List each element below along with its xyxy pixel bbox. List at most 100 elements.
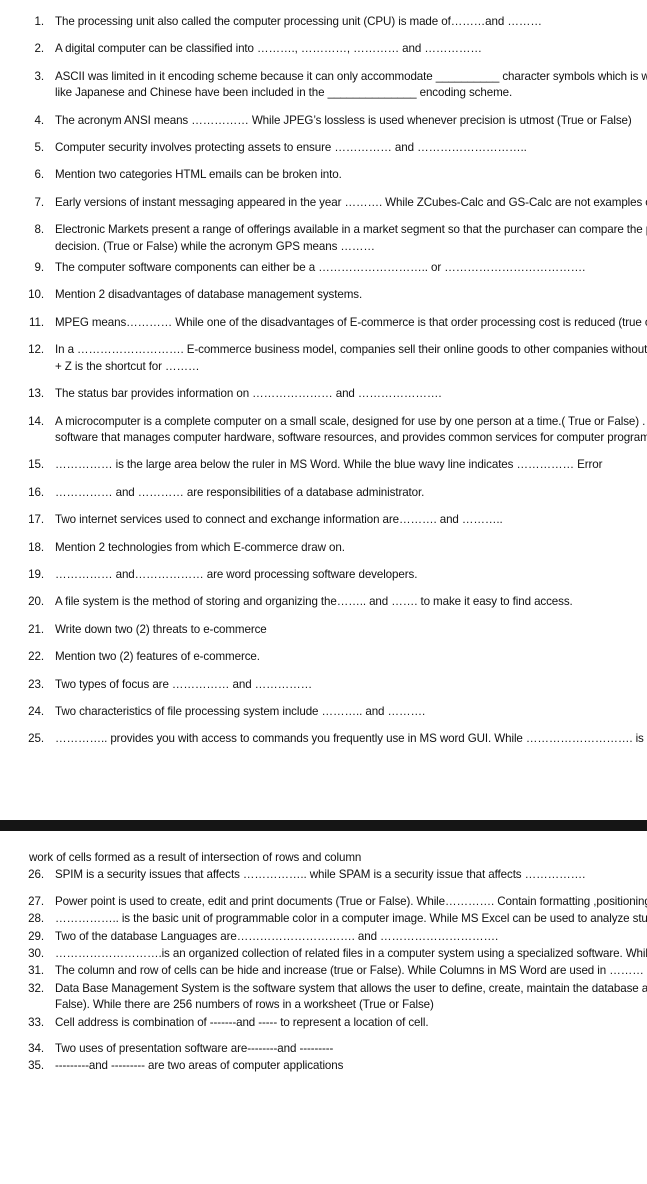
question-text: Mention 2 disadvantages of database mana… bbox=[55, 288, 363, 302]
question-text: The status bar provides information on …… bbox=[55, 387, 442, 401]
question-number: 21. bbox=[28, 622, 44, 636]
question-item: 34. Two uses of presentation software ar… bbox=[0, 1041, 647, 1057]
question-item: 25. ………….. provides you with access to c… bbox=[0, 731, 647, 747]
question-item: 32. Data Base Management System is the s… bbox=[0, 981, 647, 1014]
question-item: 29. Two of the database Languages are………… bbox=[0, 929, 647, 945]
question-number: 1. bbox=[34, 15, 45, 28]
question-list-lower: 26. SPIM is a security issues that affec… bbox=[0, 867, 647, 1074]
question-item: 14. A microcomputer is a complete comput… bbox=[0, 414, 647, 447]
question-item: 2. A digital computer can be classified … bbox=[0, 41, 647, 57]
question-item: 35. ---------and --------- are two areas… bbox=[0, 1058, 647, 1074]
question-number: 31. bbox=[28, 964, 44, 978]
question-number: 15. bbox=[28, 458, 44, 472]
question-number: 30. bbox=[28, 947, 44, 961]
question-text: Computer security involves protecting as… bbox=[55, 141, 527, 155]
question-item: 8. Electronic Markets present a range of… bbox=[0, 222, 647, 255]
question-number: 34. bbox=[28, 1042, 44, 1056]
section-divider-bar bbox=[0, 820, 647, 831]
question-number: 28. bbox=[28, 912, 44, 926]
question-number: 29. bbox=[28, 929, 44, 943]
question-text: Data Base Management System is the softw… bbox=[55, 981, 647, 1012]
question-list-upper: 1. The processing unit also called the c… bbox=[0, 14, 647, 748]
question-item: 19. …………… and……………… are word processing … bbox=[0, 567, 647, 583]
question-text: Electronic Markets present a range of of… bbox=[55, 223, 647, 253]
question-item: 23. Two types of focus are …………… and ………… bbox=[0, 677, 647, 693]
question-number: 7. bbox=[34, 195, 45, 209]
question-text: …………… and……………… are word processing soft… bbox=[55, 567, 418, 581]
question-item: 28. …………….. is the basic unit of program… bbox=[0, 911, 647, 927]
question-text: Two of the database Languages are…………………… bbox=[55, 929, 499, 943]
question-number: 26. bbox=[28, 868, 44, 882]
question-text: Power point is used to create, edit and … bbox=[55, 894, 647, 908]
question-item: 9. The computer software components can … bbox=[0, 260, 647, 276]
question-number: 19. bbox=[28, 567, 44, 581]
question-text: Two types of focus are …………… and …………… bbox=[55, 677, 313, 691]
question-number: 6. bbox=[34, 168, 45, 182]
question-text: A microcomputer is a complete computer o… bbox=[55, 414, 647, 444]
question-number: 24. bbox=[28, 704, 44, 718]
question-text: Two uses of presentation software are---… bbox=[55, 1042, 334, 1056]
question-text: The acronym ANSI means …………… While JPEG’… bbox=[55, 113, 632, 127]
question-item: 33. Cell address is combination of -----… bbox=[0, 1015, 647, 1031]
question-text: MPEG means………… While one of the disadvan… bbox=[55, 315, 647, 329]
question-item: 27. Power point is used to create, edit … bbox=[0, 894, 647, 910]
question-text: Early versions of instant messaging appe… bbox=[55, 195, 647, 209]
question-item: 11. MPEG means………… While one of the disa… bbox=[0, 315, 647, 331]
question-item: 18. Mention 2 technologies from which E-… bbox=[0, 540, 647, 556]
question-item: 24. Two characteristics of file processi… bbox=[0, 704, 647, 720]
question-text: ………….. provides you with access to comma… bbox=[55, 732, 647, 746]
question-number: 35. bbox=[28, 1059, 44, 1073]
question-number: 32. bbox=[28, 981, 44, 995]
question-number: 17. bbox=[28, 513, 44, 527]
question-number: 14. bbox=[28, 414, 44, 428]
question-item: 16. …………… and ………… are responsibilities … bbox=[0, 485, 647, 501]
question-item: 15. …………… is the large area below the ru… bbox=[0, 457, 647, 473]
question-text: A file system is the method of storing a… bbox=[55, 595, 573, 609]
question-number: 33. bbox=[28, 1015, 44, 1029]
question-number: 3. bbox=[34, 69, 45, 83]
question-item: 26. SPIM is a security issues that affec… bbox=[0, 867, 647, 883]
question-text: The computer software components can eit… bbox=[55, 261, 586, 275]
question-number: 18. bbox=[28, 540, 44, 554]
question-item: 3. ASCII was limited in it encoding sche… bbox=[0, 69, 647, 102]
question-text: ---------and --------- are two areas of … bbox=[55, 1059, 344, 1073]
question-number: 13. bbox=[28, 387, 44, 401]
question-number: 20. bbox=[28, 595, 44, 609]
question-section-lower: work of cells formed as a result of inte… bbox=[0, 850, 647, 1076]
question-number: 2. bbox=[34, 42, 45, 56]
question-item: 22. Mention two (2) features of e-commer… bbox=[0, 649, 647, 665]
question-section-upper: 1. The processing unit also called the c… bbox=[0, 14, 647, 759]
question-number: 22. bbox=[28, 650, 44, 664]
question-number: 25. bbox=[28, 732, 44, 746]
question-item: 20. A file system is the method of stori… bbox=[0, 594, 647, 610]
question-item: 6. Mention two categories HTML emails ca… bbox=[0, 167, 647, 183]
question-item: 12. In a ………………………. E-commerce business … bbox=[0, 342, 647, 375]
question-text: Mention two (2) features of e-commerce. bbox=[55, 650, 260, 664]
question-item: 7. Early versions of instant messaging a… bbox=[0, 195, 647, 211]
question-text: ASCII was limited in it encoding scheme … bbox=[55, 69, 647, 100]
question-item: 5. Computer security involves protecting… bbox=[0, 140, 647, 156]
question-number: 8. bbox=[34, 223, 45, 237]
question-item: 17. Two internet services used to connec… bbox=[0, 512, 647, 528]
question-number: 9. bbox=[34, 261, 45, 275]
question-number: 27. bbox=[28, 894, 44, 908]
question-text: …………….. is the basic unit of programmabl… bbox=[55, 912, 647, 926]
question-text: ……………………….is an organized collection of … bbox=[55, 947, 647, 961]
question-number: 12. bbox=[28, 343, 44, 357]
question-text: Mention 2 technologies from which E-comm… bbox=[55, 540, 345, 554]
question-number: 4. bbox=[34, 113, 45, 127]
question-text: …………… and ………… are responsibilities of a… bbox=[55, 485, 425, 499]
question-text: Mention two categories HTML emails can b… bbox=[55, 168, 342, 182]
question-number: 16. bbox=[28, 485, 44, 499]
question-text: Write down two (2) threats to e-commerce bbox=[55, 622, 267, 636]
question-text: The processing unit also called the comp… bbox=[55, 15, 542, 28]
question-number: 11. bbox=[29, 315, 44, 329]
continuation-text: work of cells formed as a result of inte… bbox=[29, 851, 362, 864]
question-text: A digital computer can be classified int… bbox=[55, 42, 482, 56]
question-text: Cell address is combination of -------an… bbox=[55, 1015, 429, 1029]
question-item: 21. Write down two (2) threats to e-comm… bbox=[0, 622, 647, 638]
question-item: 4. The acronym ANSI means …………… While JP… bbox=[0, 113, 647, 129]
question-number: 23. bbox=[28, 677, 44, 691]
question-item: 10. Mention 2 disadvantages of database … bbox=[0, 287, 647, 303]
question-number: 5. bbox=[34, 141, 45, 155]
